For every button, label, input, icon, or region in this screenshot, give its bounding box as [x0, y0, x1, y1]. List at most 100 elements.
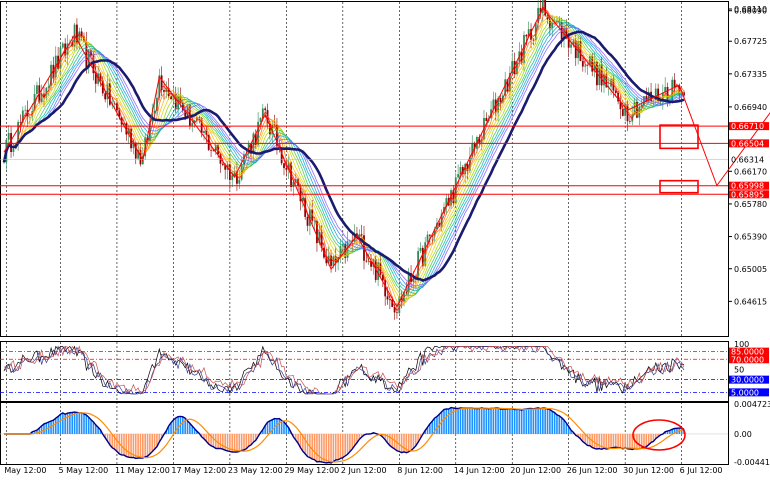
osc2-bar [304, 433, 306, 454]
osc2-bar [492, 408, 495, 434]
osc2-bar [92, 422, 95, 434]
osc2-bar [516, 409, 518, 434]
candle-body [24, 109, 27, 111]
osc2-bar [558, 415, 561, 434]
osc2-bar [619, 433, 622, 448]
y-tick-label: 0.67335 [734, 70, 767, 79]
candle-body [259, 118, 262, 122]
osc2-tick-label: -0.004415 [734, 458, 770, 467]
osc2-bar [509, 408, 511, 434]
osc2-bar [497, 407, 499, 434]
x-tick-label: 29 May 12:00 [284, 466, 339, 475]
osc2-bar [62, 412, 64, 434]
level-label: 0.66710 [731, 122, 764, 131]
osc2-main-line [4, 406, 685, 464]
osc2-bar [412, 433, 415, 449]
osc2-bar [87, 417, 90, 434]
osc2-bar [504, 409, 506, 434]
x-tick-label: 8 Jun 12:00 [397, 466, 443, 475]
osc2-bar [506, 409, 509, 434]
candle-body [134, 142, 137, 159]
osc2-bar [447, 409, 450, 434]
x-tick-label: 30 Jun 12:00 [623, 466, 674, 475]
current-price-label: 0.66314 [731, 155, 764, 164]
osc2-bar [551, 411, 554, 434]
osc2-bar [349, 433, 351, 452]
y-tick-label: 0.64615 [734, 297, 767, 306]
osc2-bar [219, 433, 222, 449]
osc2-bar [344, 433, 346, 456]
osc2-bar [520, 410, 523, 434]
osc2-bar [351, 433, 354, 450]
osc1-level-label: 30.0000 [731, 376, 764, 385]
x-tick-label: 14 Jun 12:00 [454, 466, 505, 475]
osc2-bar [391, 433, 394, 448]
candle-body [306, 216, 309, 226]
candle-body [238, 179, 241, 184]
candle-body [525, 34, 528, 37]
osc2-bar [518, 409, 521, 434]
osc2-bar [398, 433, 401, 452]
osc2-bar [311, 433, 314, 459]
osc2-bar [90, 419, 92, 434]
osc2-bar [454, 408, 457, 434]
osc2-bar [217, 433, 219, 449]
candle-body [231, 175, 234, 180]
osc2-bar [596, 433, 598, 449]
osc2-bar [537, 407, 539, 434]
osc2-bar [346, 433, 349, 455]
osc2-bar [499, 408, 502, 434]
osc2-bar [603, 433, 605, 449]
osc1-level-label: 5.0000 [731, 388, 759, 397]
candle-body [210, 149, 212, 151]
highlight-ellipse [632, 419, 686, 451]
osc2-bar [490, 408, 492, 434]
osc2-bar [527, 408, 530, 434]
y-tick-label: 0.66940 [734, 103, 767, 112]
osc2-bar [610, 433, 612, 448]
osc2-bar [539, 408, 542, 434]
osc2-bar [153, 433, 156, 450]
chart: May 12:00 5 May 12:00 11 May 12:00 17 May 1… [0, 0, 770, 475]
highlight-box-lower [659, 179, 699, 194]
osc2-bar [612, 433, 615, 448]
candle-body [419, 247, 422, 252]
osc2-bar [149, 433, 151, 454]
osc2-bar [116, 433, 118, 452]
candle-body [7, 133, 10, 140]
osc2-bar [339, 433, 342, 459]
osc2-bar [85, 415, 88, 434]
osc2-bar [511, 408, 514, 434]
osc2-bar [403, 433, 405, 452]
candle-body [19, 121, 22, 123]
candle-body [332, 256, 335, 266]
candle-body [426, 234, 429, 243]
osc2-bar [323, 433, 325, 463]
osc2-bar [389, 433, 391, 446]
osc2-bar [137, 433, 139, 459]
level-label: 0.66504 [731, 139, 764, 148]
osc2-bar [313, 433, 316, 460]
osc2-bar [626, 433, 629, 449]
osc2-bar [342, 433, 344, 458]
candle-body [485, 117, 488, 122]
osc2-bar [459, 407, 462, 434]
osc2-bar [73, 412, 76, 434]
osc2-bar [471, 407, 474, 434]
panel-frame-1 [0, 1, 729, 337]
osc2-bar [243, 433, 245, 450]
osc2-bar [614, 433, 617, 448]
osc2-bar [57, 416, 59, 434]
candle-body [36, 85, 38, 94]
osc2-bar [240, 433, 243, 451]
osc2-bar [146, 433, 149, 457]
x-tick-label: 23 May 12:00 [228, 466, 283, 475]
osc2-bar [542, 408, 544, 434]
osc2-bar [553, 412, 556, 434]
osc2-bar [172, 420, 175, 434]
y-tick-label: 0.65005 [734, 265, 767, 274]
osc2-bar [233, 433, 236, 453]
osc2-bar [525, 409, 528, 434]
osc2-bar [407, 433, 410, 452]
osc2-bar [125, 433, 128, 457]
